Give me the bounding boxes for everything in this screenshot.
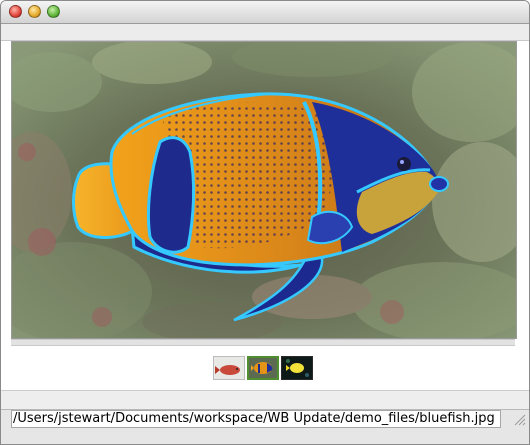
close-window-button[interactable]	[9, 5, 22, 18]
lower-strip	[1, 390, 529, 409]
bluefish-thumbnail-image	[249, 358, 277, 378]
yellow-fish-thumbnail-image	[282, 357, 312, 379]
title-bar[interactable]	[1, 1, 529, 24]
viewer-window: /Users/jstewart/Documents/workspace/WB U…	[0, 0, 530, 445]
thumbnail-red-fish[interactable]	[213, 356, 245, 380]
image-view	[11, 41, 517, 339]
file-path-field[interactable]: /Users/jstewart/Documents/workspace/WB U…	[11, 410, 501, 428]
thumbnail-bluefish[interactable]	[247, 356, 279, 380]
zoom-window-button[interactable]	[47, 5, 60, 18]
status-bar: /Users/jstewart/Documents/workspace/WB U…	[1, 409, 529, 444]
red-fish-thumbnail-image	[214, 357, 244, 379]
thumbnail-strip	[11, 347, 515, 389]
split-divider[interactable]	[11, 339, 515, 346]
toolbar-strip	[1, 24, 529, 41]
resize-grip-icon[interactable]	[512, 412, 526, 426]
thumbnail-yellow-fish[interactable]	[281, 356, 313, 380]
minimize-window-button[interactable]	[28, 5, 41, 18]
fish-image	[12, 42, 516, 338]
